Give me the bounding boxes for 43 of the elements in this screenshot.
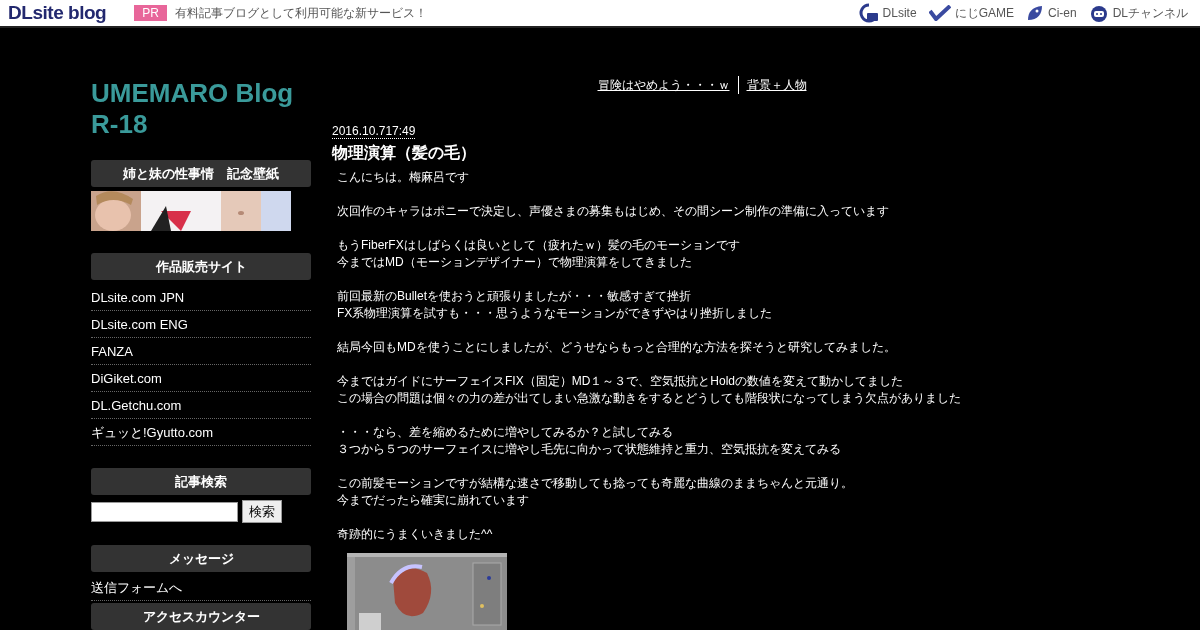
post-text: もうFiberFXはしばらくは良いとして（疲れたｗ）髪の毛のモーションです [337,237,741,254]
search-button[interactable]: 検索 [242,500,282,523]
prev-post-link[interactable]: 冒険はやめよう・・・ｗ [597,76,739,94]
next-post-link[interactable]: 背景＋人物 [738,76,807,94]
sidebar-heading: 作品販売サイト [91,253,311,280]
sidebar-link[interactable]: 送信フォームへ [91,580,182,595]
post-title: 物理演算（髪の毛） [332,143,477,163]
sidebar-heading: メッセージ [91,545,311,572]
post-text: 結局今回もMDを使うことにしましたが、どうせならもっと合理的な方法を探そうと研究してみました。 [337,339,897,356]
service-link[interactable]: DLsite [882,4,917,22]
service-link[interactable]: にじGAME [954,4,1014,22]
sidebar-link[interactable]: DLsite.com JPN [91,290,185,305]
robot-icon [1088,3,1109,23]
sidebar-link[interactable]: DL.Getchu.com [91,398,182,413]
search-field[interactable] [91,501,238,522]
post-text: 今まではMD（モーションデザイナー）で物理演算をしてきました [337,254,693,271]
service-link[interactable]: DLチャンネル [1112,4,1188,22]
check-mark-icon [928,5,951,21]
post-date: 2016.10.717:49 [332,124,416,139]
post-text: この場合の問題は個々の力の差が出てしまい急激な動きをするとどうしても階段状になってしまう欠点がありました [337,390,962,407]
sidebar-heading: アクセスカウンター [91,603,311,630]
pr-badge: PR [134,5,167,21]
site-logo[interactable]: DLsite blog [8,0,107,28]
sidebar-link[interactable]: DiGiket.com [91,371,162,386]
sidebar-heading: 姉と妹の性事情 記念壁紙 [91,160,311,187]
post-text: ３つから５つのサーフェイスに増やし毛先に向かって状態維持と重力、空気抵抗を変えてみる [337,441,842,458]
sidebar-link[interactable]: DLsite.com ENG [91,317,188,332]
pr-link[interactable]: 有料記事ブログとして利用可能な新サービス！ [174,4,427,22]
post-text: この前髪モーションですが結構な速さで移動しても捻っても奇麗な曲線のままちゃんと元通り。 [337,475,854,492]
blog-title[interactable]: UMEMARO Blog R-18 [91,78,311,140]
post-text: 今まではガイドにサーフェイスFIX（固定）MD１～３で、空気抵抗とHoldの数値を変えて動かしてました [337,373,904,390]
post-text: 今までだったら確実に崩れています [337,492,530,509]
post-text: こんにちは。梅麻呂です [337,169,470,186]
service-link[interactable]: Ci-en [1047,4,1077,22]
post-text: 前回最新のBulletを使おうと頑張りましたが・・・敏感すぎて挫折 [337,288,693,305]
post-text: FX系物理演算を試すも・・・思うようなモーションができずやはり挫折しました [337,305,774,322]
post-text: 奇跡的にうまくいきました^^ [337,526,494,543]
fish-icon [1025,4,1044,22]
post-text: ・・・なら、差を縮めるために増やしてみるか？と試してみる [337,424,674,441]
sidebar-link[interactable]: ギュッと!Gyutto.com [91,425,214,440]
sidebar-link[interactable]: FANZA [91,344,133,359]
sidebar-heading: 記事検索 [91,468,311,495]
post-text: 次回作のキャラはポニーで決定し、声優さまの募集もはじめ、その間シーン制作の準備に入っています [337,203,890,220]
